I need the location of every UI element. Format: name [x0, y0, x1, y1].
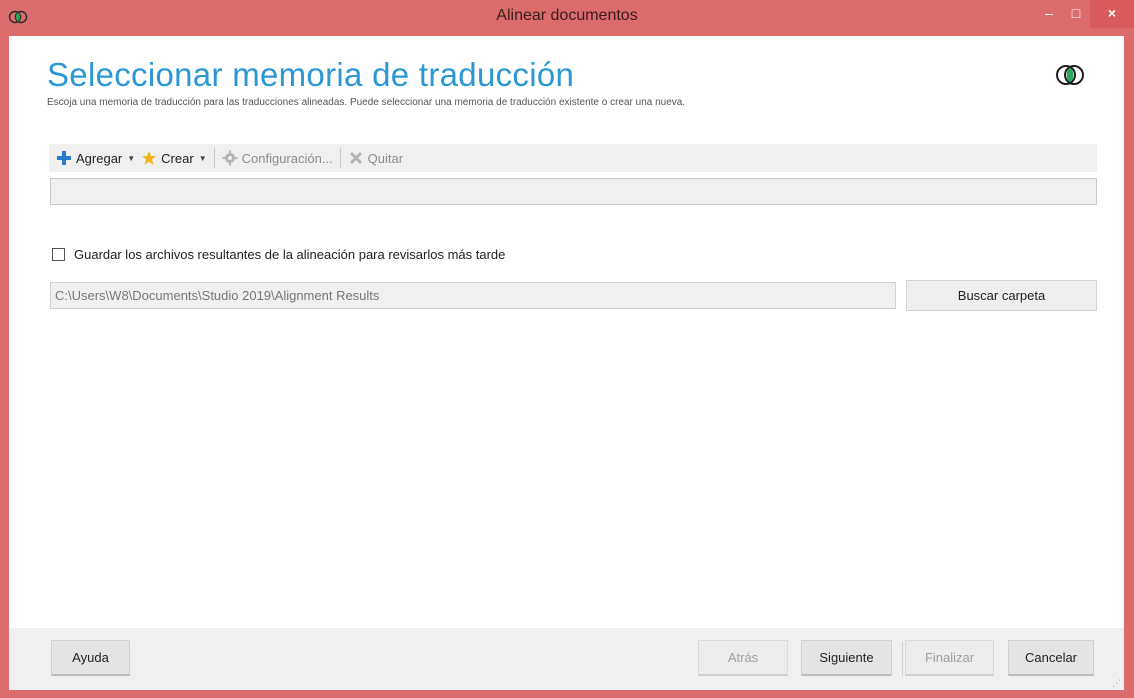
finish-button[interactable]: Finalizar — [905, 640, 994, 676]
page-title: Seleccionar memoria de traducción — [47, 56, 575, 93]
close-button[interactable]: × — [1090, 0, 1134, 28]
create-tm-button[interactable]: Crear ▼ — [138, 146, 209, 170]
gear-icon — [222, 150, 238, 166]
tm-list[interactable] — [50, 178, 1097, 205]
window-title: Alinear documentos — [496, 7, 638, 24]
tm-settings-label: Configuración... — [241, 150, 333, 166]
results-folder-input[interactable] — [50, 282, 896, 309]
chevron-down-icon[interactable]: ▼ — [127, 154, 135, 163]
page-subtitle: Escoja una memoria de traducción para la… — [47, 97, 686, 108]
cancel-button[interactable]: Cancelar — [1008, 640, 1094, 676]
add-tm-label: Agregar — [76, 150, 123, 166]
save-results-label[interactable]: Guardar los archivos resultantes de la a… — [74, 247, 505, 262]
dialog-window: Alinear documentos – □ × Seleccionar mem… — [0, 0, 1134, 698]
x-icon — [349, 151, 362, 165]
minimize-button[interactable]: – — [1036, 0, 1062, 28]
toolbar-separator — [213, 148, 215, 168]
maximize-button[interactable]: □ — [1062, 0, 1090, 28]
tm-toolbar: Agregar ▼ Crear ▼ Configuración... Quita… — [49, 144, 1097, 172]
title-bar[interactable]: Alinear documentos – □ × — [0, 0, 1134, 36]
browse-folder-button[interactable]: Buscar carpeta — [906, 280, 1097, 311]
wizard-footer: Ayuda Atrás Siguiente Finalizar Cancelar… — [9, 628, 1124, 690]
remove-tm-button[interactable]: Quitar — [345, 146, 406, 170]
plus-icon — [57, 151, 71, 165]
save-results-checkbox[interactable] — [52, 248, 65, 261]
remove-tm-label: Quitar — [367, 150, 404, 166]
chevron-down-icon[interactable]: ▼ — [199, 154, 207, 163]
footer-separator — [902, 642, 903, 676]
tm-settings-button[interactable]: Configuración... — [219, 146, 336, 170]
add-tm-button[interactable]: Agregar ▼ — [53, 146, 138, 170]
dialog-body: Seleccionar memoria de traducción Escoja… — [9, 36, 1124, 690]
help-button[interactable]: Ayuda — [51, 640, 130, 676]
next-button[interactable]: Siguiente — [801, 640, 892, 676]
back-button[interactable]: Atrás — [698, 640, 788, 676]
resize-grip-icon[interactable]: ⋰ — [1112, 678, 1122, 688]
star-icon — [142, 151, 157, 165]
save-results-option[interactable]: Guardar los archivos resultantes de la a… — [52, 247, 505, 262]
create-tm-label: Crear — [161, 150, 194, 166]
venn-logo-icon — [1056, 65, 1084, 85]
toolbar-separator — [339, 148, 341, 168]
